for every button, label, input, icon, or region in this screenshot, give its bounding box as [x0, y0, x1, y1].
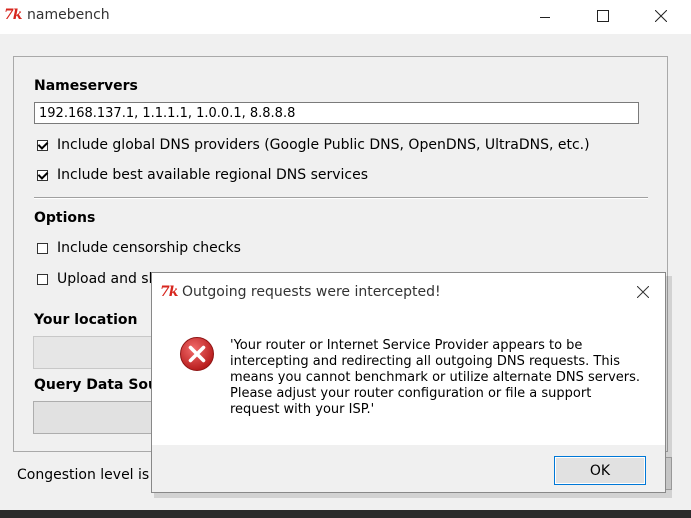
dialog-title: Outgoing requests were intercepted! — [182, 284, 441, 300]
query-source-heading: Query Data Sour — [34, 377, 165, 393]
dialog-body: 'Your router or Internet Service Provide… — [152, 310, 665, 445]
nameservers-input[interactable] — [34, 102, 639, 124]
options-heading: Options — [34, 210, 96, 226]
censorship-checkbox[interactable] — [37, 242, 48, 254]
upload-checkbox[interactable] — [37, 273, 48, 285]
window-title: namebench — [27, 7, 110, 23]
maximize-icon — [597, 10, 609, 22]
include-global-checkbox[interactable] — [37, 139, 48, 151]
dialog-message: 'Your router or Internet Service Provide… — [230, 338, 641, 417]
minimize-button[interactable] — [522, 0, 568, 32]
congestion-status: Congestion level is 1 — [17, 467, 163, 483]
error-icon — [180, 337, 214, 371]
close-icon — [637, 286, 649, 298]
location-heading: Your location — [34, 312, 138, 328]
censorship-label: Include censorship checks — [57, 240, 241, 256]
include-global-checkbox-row[interactable]: Include global DNS providers (Google Pub… — [37, 137, 590, 153]
maximize-button[interactable] — [580, 0, 626, 32]
intercept-dialog: 7k Outgoing requests were intercepted! '… — [151, 272, 666, 493]
close-icon — [655, 10, 667, 22]
include-regional-checkbox-row[interactable]: Include best available regional DNS serv… — [37, 167, 368, 183]
include-regional-label: Include best available regional DNS serv… — [57, 167, 369, 183]
dialog-close-button[interactable] — [630, 280, 656, 304]
nameservers-heading: Nameservers — [34, 78, 138, 94]
close-button[interactable] — [638, 0, 684, 32]
tk-logo-icon: 7k — [4, 7, 22, 23]
censorship-checkbox-row[interactable]: Include censorship checks — [37, 240, 241, 256]
include-regional-checkbox[interactable] — [37, 169, 48, 181]
minimize-icon — [540, 16, 550, 18]
window-titlebar[interactable]: 7k namebench — [0, 0, 691, 34]
upload-checkbox-row[interactable]: Upload and sh — [37, 271, 157, 287]
dialog-tk-logo-icon: 7k — [160, 284, 178, 300]
taskbar-strip — [0, 510, 691, 518]
ok-button[interactable]: OK — [554, 456, 646, 485]
include-global-label: Include global DNS providers (Google Pub… — [57, 137, 590, 153]
dialog-titlebar[interactable]: 7k Outgoing requests were intercepted! — [152, 273, 665, 310]
upload-label: Upload and sh — [57, 271, 158, 287]
section-separator — [34, 197, 648, 199]
